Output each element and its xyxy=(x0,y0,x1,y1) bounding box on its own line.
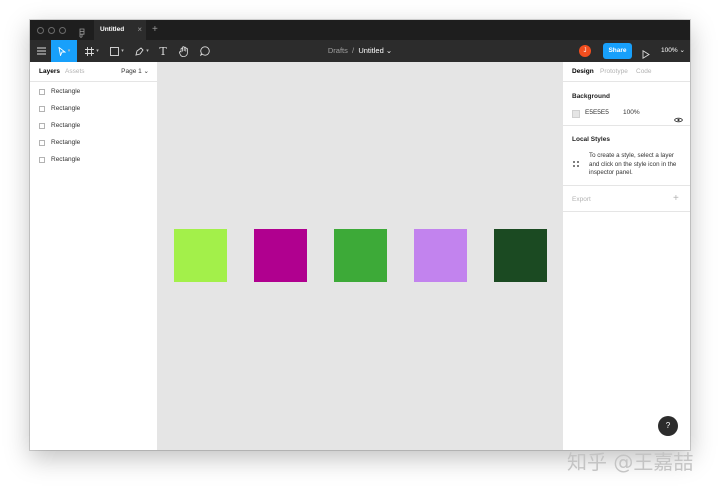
zoom-dropdown[interactable]: 100% ⌄ xyxy=(661,40,685,62)
share-button[interactable]: Share xyxy=(603,43,632,59)
design-canvas[interactable] xyxy=(158,62,562,450)
tab-close-icon[interactable]: × xyxy=(137,20,142,40)
cursor-arrow-icon xyxy=(58,46,66,56)
canvas-rectangle[interactable] xyxy=(174,229,227,282)
layer-item[interactable]: Rectangle xyxy=(30,83,158,100)
add-export-icon[interactable]: + xyxy=(673,193,679,204)
layer-item[interactable]: Rectangle xyxy=(30,100,158,117)
app-window: Untitled × + ▾ ▾ ▾ ▾ T Drafts / Untitled… xyxy=(30,20,690,450)
frame-hash-icon xyxy=(85,46,95,56)
chevron-down-icon[interactable]: ⌄ xyxy=(386,46,392,55)
export-title: Export xyxy=(572,196,591,203)
tab-code[interactable]: Code xyxy=(636,62,652,82)
rectangle-layer-icon xyxy=(39,105,45,112)
page-selector[interactable]: Page 1 ⌄ xyxy=(121,62,149,82)
figma-logo-icon[interactable] xyxy=(77,25,87,38)
canvas-rectangle[interactable] xyxy=(494,229,547,282)
play-icon xyxy=(642,49,650,60)
chevron-down-icon: ▾ xyxy=(121,48,124,54)
rectangle-layer-icon xyxy=(39,122,45,129)
hand-tool-button[interactable] xyxy=(176,40,192,62)
avatar[interactable]: J xyxy=(579,45,591,57)
export-section: Export + xyxy=(563,186,690,212)
layers-panel: Layers Assets Page 1 ⌄ Rectangle Rectang… xyxy=(30,62,158,450)
chevron-down-icon: ▾ xyxy=(67,48,71,54)
comment-bubble-icon xyxy=(200,46,210,56)
rectangle-layer-icon xyxy=(39,88,45,95)
new-tab-button[interactable]: + xyxy=(152,20,158,40)
pen-tool-button[interactable]: ▾ xyxy=(131,40,153,62)
breadcrumb-separator: / xyxy=(352,46,355,55)
tab-layers[interactable]: Layers xyxy=(39,62,60,82)
tab-assets[interactable]: Assets xyxy=(65,62,85,82)
background-title: Background xyxy=(572,93,610,100)
canvas-rectangle[interactable] xyxy=(414,229,467,282)
layer-item[interactable]: Rectangle xyxy=(30,134,158,151)
background-opacity-input[interactable]: 100% xyxy=(623,109,640,116)
tab-design[interactable]: Design xyxy=(572,62,594,82)
breadcrumb-project[interactable]: Drafts xyxy=(328,46,348,55)
pen-icon xyxy=(135,46,144,56)
canvas-rectangle[interactable] xyxy=(334,229,387,282)
maximize-window-button[interactable] xyxy=(59,27,66,34)
style-grid-icon xyxy=(573,154,579,172)
chevron-down-icon: ⌄ xyxy=(679,47,685,54)
shape-tool-button[interactable]: ▾ xyxy=(106,40,128,62)
layer-label: Rectangle xyxy=(51,139,81,146)
close-window-button[interactable] xyxy=(37,27,44,34)
background-color-swatch[interactable] xyxy=(572,110,580,118)
text-tool-icon: T xyxy=(159,44,167,58)
file-tab-title: Untitled xyxy=(100,26,125,33)
rectangle-layer-icon xyxy=(39,156,45,163)
rectangle-layer-icon xyxy=(39,139,45,146)
inspector-tabs: Design Prototype Code xyxy=(563,62,690,82)
minimize-window-button[interactable] xyxy=(48,27,55,34)
layer-item[interactable]: Rectangle xyxy=(30,151,158,168)
zoom-level: 100% xyxy=(661,47,678,54)
layer-label: Rectangle xyxy=(51,122,81,129)
hand-icon xyxy=(179,45,188,57)
layer-label: Rectangle xyxy=(51,156,81,163)
move-tool-button[interactable]: ▾ xyxy=(51,40,77,62)
local-styles-title: Local Styles xyxy=(572,136,610,143)
help-button[interactable]: ? xyxy=(658,416,678,436)
left-panel-tabs: Layers Assets Page 1 ⌄ xyxy=(30,62,157,82)
comment-tool-button[interactable] xyxy=(197,40,213,62)
local-styles-hint: To create a style, select a layer and cl… xyxy=(589,152,677,176)
watermark: 知乎 @王嘉喆 xyxy=(567,450,694,474)
inspector-panel: Design Prototype Code Background E5E5E5 … xyxy=(562,62,690,450)
toolbar: ▾ ▾ ▾ ▾ T Drafts / Untitled ⌄ J Share 10… xyxy=(30,40,690,62)
canvas-rectangle[interactable] xyxy=(254,229,307,282)
background-hex-input[interactable]: E5E5E5 xyxy=(585,109,609,116)
background-section: Background E5E5E5 100% xyxy=(563,83,690,126)
chevron-down-icon: ▾ xyxy=(96,48,99,54)
breadcrumb: Drafts / Untitled ⌄ xyxy=(30,40,690,62)
tab-prototype[interactable]: Prototype xyxy=(600,62,628,82)
layer-label: Rectangle xyxy=(51,105,81,112)
layer-item[interactable]: Rectangle xyxy=(30,117,158,134)
local-styles-section: Local Styles To create a style, select a… xyxy=(563,126,690,186)
hamburger-icon xyxy=(36,47,46,55)
rectangle-icon xyxy=(110,46,120,56)
frame-tool-button[interactable]: ▾ xyxy=(81,40,103,62)
chevron-down-icon: ▾ xyxy=(146,48,149,54)
main-menu-button[interactable] xyxy=(32,40,50,62)
file-tab[interactable]: Untitled × xyxy=(94,20,146,40)
title-bar: Untitled × + xyxy=(30,20,690,40)
breadcrumb-file[interactable]: Untitled xyxy=(358,46,383,55)
layer-label: Rectangle xyxy=(51,88,81,95)
text-tool-button[interactable]: T xyxy=(155,40,171,62)
